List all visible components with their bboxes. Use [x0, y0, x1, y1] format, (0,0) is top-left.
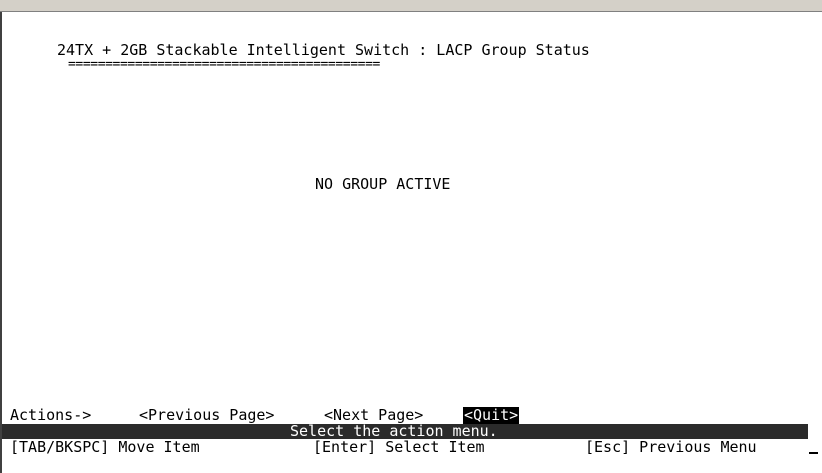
help-select-item: [Enter] Select Item: [313, 438, 485, 456]
actions-label: Actions->: [10, 406, 92, 424]
title-underline: ========================================…: [68, 57, 380, 72]
window-top-frame: [0, 0, 822, 12]
help-previous-menu: [Esc] Previous Menu: [585, 438, 757, 456]
terminal-window: { "header": { "title": "24TX + 2GB Stack…: [0, 0, 822, 473]
previous-page-button[interactable]: <Previous Page>: [139, 407, 274, 424]
text-cursor: [809, 452, 818, 454]
help-move-item: [TAB/BKSPC] Move Item: [10, 438, 200, 456]
terminal-screen: 24TX + 2GB Stackable Intelligent Switch …: [0, 12, 822, 473]
status-bar: Select the action menu.: [2, 423, 808, 440]
no-group-message: NO GROUP ACTIVE: [315, 175, 451, 193]
